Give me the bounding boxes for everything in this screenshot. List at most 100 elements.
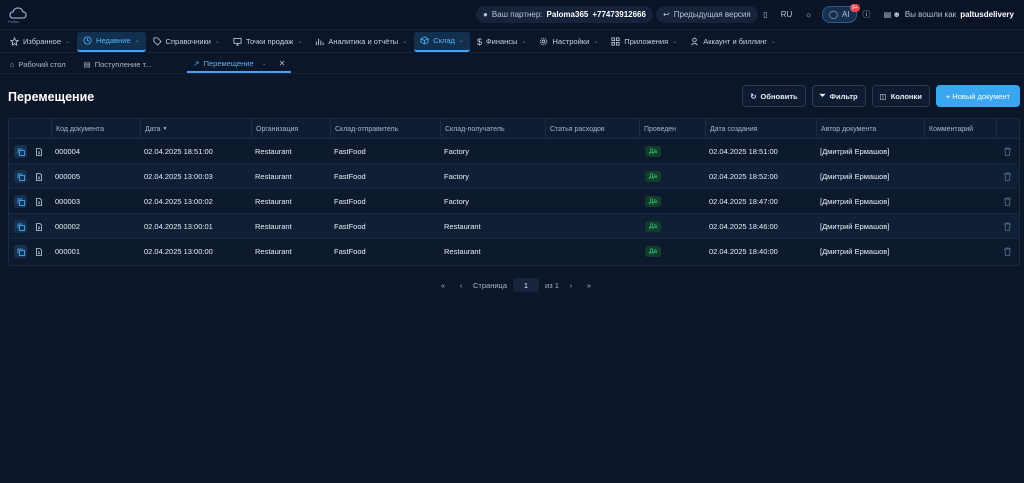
language-label: RU xyxy=(780,10,793,19)
partner-phone: +77473912666 xyxy=(592,10,646,19)
header-expense-item[interactable]: Статья расходов xyxy=(545,119,639,139)
tag-icon xyxy=(153,37,162,46)
nav-item-warehouse[interactable]: Склад ⌄ xyxy=(414,31,470,52)
trash-icon[interactable] xyxy=(1003,247,1012,256)
table-row[interactable]: 000005 02.04.2025 13:00:03 Restaurant Fa… xyxy=(9,164,1019,189)
tab-transfer[interactable]: ↗ Перемещение ⌄ ✕ xyxy=(187,55,292,73)
cell-organization: Restaurant xyxy=(255,247,292,256)
document-icon[interactable] xyxy=(32,220,45,233)
copy-icon[interactable] xyxy=(14,170,27,183)
filter-button[interactable]: ⏷ Фильтр xyxy=(811,85,866,107)
cell-sender-warehouse: FastFood xyxy=(334,172,366,181)
status-badge: Да xyxy=(645,246,662,257)
table-row[interactable]: 000001 02.04.2025 13:00:00 Restaurant Fa… xyxy=(9,239,1019,264)
tab-desktop[interactable]: ⌂ Рабочий стол xyxy=(4,55,72,73)
tab-goods-receipt[interactable]: ▤ Поступление т... xyxy=(78,55,158,73)
page-title: Перемещение xyxy=(8,90,95,104)
trash-icon[interactable] xyxy=(1003,222,1012,231)
user-account[interactable]: ☻ Вы вошли как paltusdelivery xyxy=(892,6,1014,23)
new-document-button[interactable]: + Новый документ xyxy=(935,85,1020,107)
nav-item-apps[interactable]: Приложения ⌄ xyxy=(605,32,683,52)
document-icon[interactable] xyxy=(32,145,45,158)
trash-icon[interactable] xyxy=(1003,147,1012,156)
copy-icon[interactable] xyxy=(14,195,27,208)
page-actions: ↻ Обновить ⏷ Фильтр ◫ Колонки + Новый до… xyxy=(742,85,1020,107)
main-nav: Избранное ⌄ Недавние ⌄ Справочники ⌄ Точки … xyxy=(0,31,1024,53)
ai-label: AI xyxy=(841,10,850,19)
header-doc-code[interactable]: Код документа xyxy=(51,119,140,139)
sun-icon: ☼ xyxy=(804,10,813,19)
panel-icon: ▯ xyxy=(763,10,768,19)
transfer-arrow-icon: ↗ xyxy=(193,58,200,68)
refresh-icon: ↻ xyxy=(750,91,757,101)
nav-item-account-billing[interactable]: Аккаунт и биллинг ⌄ xyxy=(684,32,782,52)
table-row[interactable]: 000003 02.04.2025 13:00:02 Restaurant Fa… xyxy=(9,189,1019,214)
page-total: из 1 xyxy=(545,280,559,290)
header-delete xyxy=(996,119,1019,139)
last-page-button[interactable]: » xyxy=(583,278,595,292)
partner-name: Paloma365 xyxy=(546,10,589,19)
dollar-icon: $ xyxy=(476,36,482,47)
document-icon[interactable] xyxy=(32,195,45,208)
nav-item-analytics[interactable]: Аналитика и отчёты ⌄ xyxy=(309,32,413,52)
prev-page-button[interactable]: ‹ xyxy=(455,278,467,292)
header-comment[interactable]: Комментарий xyxy=(924,119,996,139)
nav-item-sales-points[interactable]: Точки продаж ⌄ xyxy=(227,32,308,52)
nav-label: Финансы xyxy=(485,37,518,46)
trash-icon[interactable] xyxy=(1003,197,1012,206)
nav-label: Приложения xyxy=(624,37,669,46)
document-icon[interactable] xyxy=(32,245,45,258)
copy-icon[interactable] xyxy=(14,145,27,158)
logo-text: Paltus xyxy=(8,19,20,24)
help-icon: ⓘ xyxy=(862,10,871,19)
nav-item-settings[interactable]: Настройки ⌄ xyxy=(533,32,604,52)
cell-doc-code: 000002 xyxy=(55,222,81,231)
chart-icon xyxy=(316,38,324,46)
cell-date: 02.04.2025 18:51:00 xyxy=(144,147,213,156)
first-page-button[interactable]: « xyxy=(437,278,449,292)
help-button[interactable]: ⓘ xyxy=(858,6,875,23)
theme-toggle-button[interactable]: ☼ xyxy=(800,6,817,23)
document-icon[interactable] xyxy=(32,170,45,183)
previous-version-button[interactable]: ↩ Предыдущая версия xyxy=(656,6,758,23)
header-receiver-warehouse[interactable]: Склад-получатель xyxy=(440,119,545,139)
nav-item-finance[interactable]: $ Финансы ⌄ xyxy=(471,32,533,52)
book-icon: ▤ xyxy=(883,10,892,19)
chevron-down-icon[interactable]: ⌄ xyxy=(262,60,267,67)
top-bar: Paltus ● Ваш партнер: Paloma365 +7747391… xyxy=(0,0,1024,30)
chevron-down-icon: ⌄ xyxy=(672,39,678,45)
header-created-date[interactable]: Дата создания xyxy=(705,119,816,139)
header-sender-warehouse[interactable]: Склад-отправитель xyxy=(330,119,440,139)
nav-item-recent[interactable]: Недавние ⌄ xyxy=(77,31,146,52)
cell-sender-warehouse: FastFood xyxy=(334,247,366,256)
refresh-button[interactable]: ↻ Обновить xyxy=(742,85,806,107)
table-row[interactable]: 000002 02.04.2025 13:00:01 Restaurant Fa… xyxy=(9,214,1019,239)
cell-receiver-warehouse: Factory xyxy=(444,147,470,156)
ai-assistant-button[interactable]: ◯ AI 9+ xyxy=(822,4,860,23)
header-author[interactable]: Автор документа xyxy=(816,119,924,139)
trash-icon[interactable] xyxy=(1003,172,1012,181)
nav-item-favorites[interactable]: Избранное ⌄ xyxy=(4,32,76,52)
panel-toggle-button[interactable]: ▯ xyxy=(757,6,774,23)
cell-author: [Дмитрий Ермашов] xyxy=(820,222,890,231)
nav-label: Справочники xyxy=(165,37,211,46)
nav-item-directories[interactable]: Справочники ⌄ xyxy=(147,32,226,52)
nav-label: Аккаунт и биллинг xyxy=(703,37,768,46)
header-posted[interactable]: Проведен xyxy=(639,119,705,139)
copy-icon[interactable] xyxy=(14,245,27,258)
partner-info: ● Ваш партнер: Paloma365 +77473912666 xyxy=(476,6,653,23)
language-button[interactable]: RU xyxy=(778,6,795,23)
cell-date: 02.04.2025 13:00:03 xyxy=(144,172,213,181)
username: paltusdelivery xyxy=(960,10,1014,19)
page-number-input[interactable]: 1 xyxy=(513,278,539,292)
chevron-down-icon: ⌄ xyxy=(134,38,140,44)
open-tabs-bar: ⌂ Рабочий стол ▤ Поступление т... ↗ Пере… xyxy=(0,55,1024,74)
columns-button[interactable]: ◫ Колонки xyxy=(871,85,930,107)
tab-label: Рабочий стол xyxy=(18,59,66,69)
header-organization[interactable]: Организация xyxy=(251,119,330,139)
header-date[interactable]: Дата ▼ xyxy=(140,119,251,139)
next-page-button[interactable]: › xyxy=(565,278,577,292)
table-row[interactable]: 000004 02.04.2025 18:51:00 Restaurant Fa… xyxy=(9,139,1019,164)
copy-icon[interactable] xyxy=(14,220,27,233)
close-tab-icon[interactable]: ✕ xyxy=(279,59,286,68)
